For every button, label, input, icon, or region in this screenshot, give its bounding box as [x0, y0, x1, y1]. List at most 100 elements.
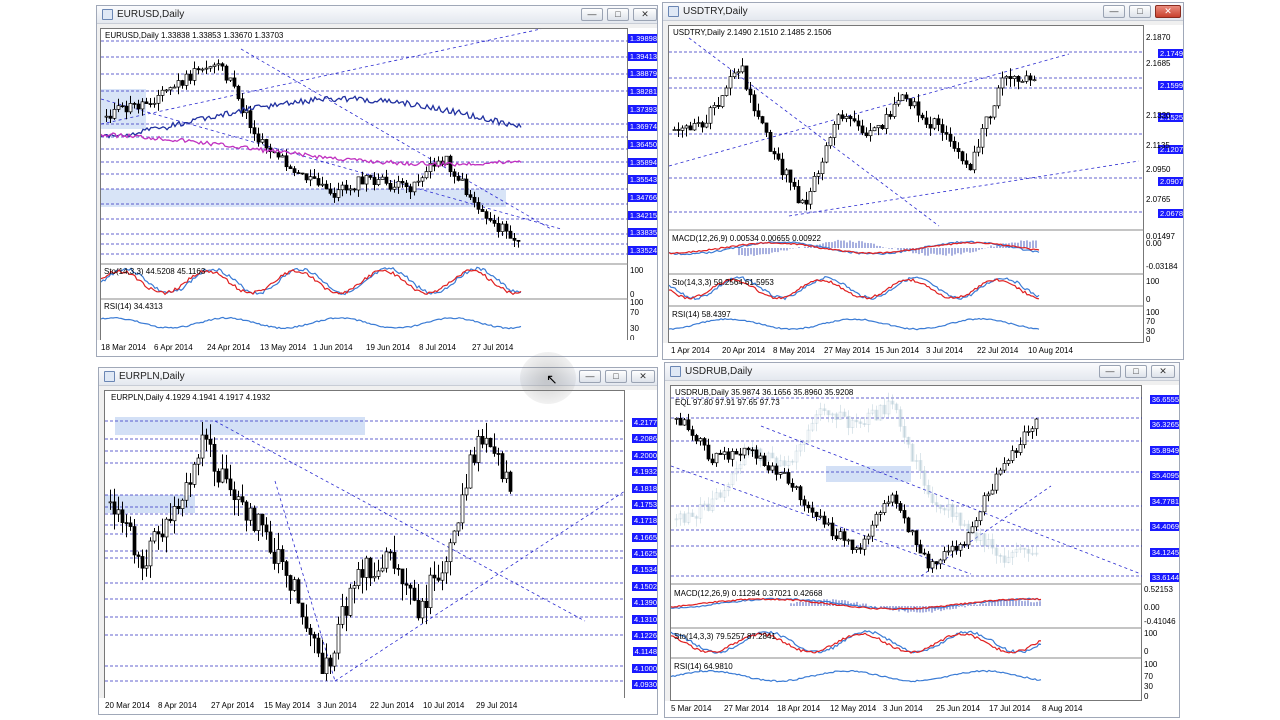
eurpln-candle: [152, 528, 157, 544]
usdtry-candle: [972, 145, 977, 174]
usdrub-candle: [674, 417, 679, 425]
maximize-button[interactable]: □: [607, 8, 629, 21]
usdtry-candle: [680, 125, 685, 138]
minimize-button[interactable]: —: [1099, 365, 1121, 378]
price-tag: 1.37393: [627, 104, 657, 114]
maximize-button[interactable]: □: [605, 370, 627, 383]
minimize-button[interactable]: —: [1103, 5, 1125, 18]
usdtry-candle: [904, 92, 909, 102]
usdrub-candle: [762, 452, 767, 467]
eurpln-candle: [360, 559, 365, 594]
usdtry-candle: [956, 142, 961, 159]
price-tag: 2.1749: [1158, 49, 1183, 58]
usdrub-candle: [874, 511, 879, 528]
date-label: 27 May 2014: [824, 346, 871, 355]
eurpln-candle: [144, 549, 149, 577]
eurpln-candle: [364, 555, 369, 591]
usdrub-candle: [714, 452, 719, 467]
eurusd-candle: [448, 154, 453, 177]
usdrub-chart-area[interactable]: USDRUB,Daily 35.9874 36.1656 35.8960 35.…: [670, 385, 1143, 701]
eurusd-chart-area[interactable]: EURUSD,Daily 1.33838 1.33853 1.33670 1.3…: [100, 28, 629, 342]
usdrub-candle: [942, 546, 947, 564]
usdtry-candle: [836, 113, 841, 130]
axis-label: 70: [1146, 317, 1155, 326]
price-tag: 1.36450: [627, 140, 657, 149]
usdtry-candle: [760, 115, 765, 125]
eurusd-candle: [496, 216, 501, 238]
eurpln-chart-area[interactable]: EURPLN,Daily 4.1929 4.1941 4.1917 4.1932: [104, 390, 626, 700]
chart-header: USDTRY,Daily 2.1490 2.1510 2.1485 2.1506: [673, 28, 832, 37]
date-label: 18 Apr 2014: [777, 704, 821, 713]
eurpln-candle: [164, 517, 169, 553]
usdrub-eql-candle: [898, 406, 903, 432]
price-tag: 4.1718: [632, 516, 657, 526]
maximize-button[interactable]: □: [1129, 5, 1151, 18]
usdrub-eql-candle: [790, 459, 795, 466]
usdtry-candle: [916, 94, 921, 123]
usdrub-eql-candle: [698, 497, 703, 524]
usdrub-eql-candle: [806, 424, 811, 444]
date-label: 22 Jul 2014: [977, 346, 1019, 355]
close-button[interactable]: ✕: [1155, 5, 1181, 18]
usdtry-candle: [888, 110, 893, 120]
price-tag: 4.1818: [632, 483, 657, 493]
eurpln-window[interactable]: EURPLN,Daily — □ ✕ EURPLN,Daily 4.1929 4…: [98, 367, 658, 715]
usdrub-eql-candle: [906, 436, 911, 449]
eurusd-window[interactable]: EURUSD,Daily — □ ✕ EURUSD,Daily 1.33838 …: [96, 5, 658, 357]
eurpln-date-axis: 20 Mar 2014 8 Apr 2014 27 Apr 2014 15 May 2…: [99, 698, 657, 714]
indicator-line: [671, 669, 1042, 683]
date-label: 12 May 2014: [830, 704, 877, 713]
eurpln-candle: [356, 562, 361, 590]
usdrub-eql-candle: [842, 408, 847, 418]
usdrub-window[interactable]: USDRUB,Daily — □ ✕ USDRUB,Daily 35.9874 …: [664, 362, 1180, 718]
close-button[interactable]: ✕: [633, 8, 657, 21]
date-label: 3 Jun 2014: [317, 701, 357, 710]
usdtry-candle: [712, 102, 717, 116]
price-tag: 1.38281: [627, 87, 657, 96]
usdtry-candle: [948, 127, 953, 147]
eurpln-candle: [472, 446, 477, 466]
maximize-button[interactable]: □: [1125, 365, 1147, 378]
usdrub-eql-candle: [862, 417, 867, 428]
usdtry-candle: [840, 110, 845, 122]
usdrub-eql-candle: [926, 479, 931, 498]
usdtry-candle: [1004, 75, 1009, 86]
usdtry-candle: [728, 69, 733, 96]
usdtry-candle: [928, 116, 933, 136]
usdtry-candle: [920, 112, 925, 121]
close-button[interactable]: ✕: [1151, 365, 1175, 378]
usdtry-candle: [944, 125, 949, 140]
minimize-button[interactable]: —: [581, 8, 603, 21]
eurusd-candle: [324, 180, 329, 190]
eurusd-candle: [244, 105, 249, 120]
usdrub-eql-candle: [786, 455, 791, 470]
usdtry-candle: [908, 98, 913, 110]
usdrub-candle: [834, 528, 839, 542]
usdtry-candle: [992, 105, 997, 120]
date-label: 1 Apr 2014: [671, 346, 710, 355]
date-label: 8 May 2014: [773, 346, 815, 355]
usdrub-candle: [1002, 457, 1007, 473]
trend-line: [101, 29, 542, 125]
usdrub-candle: [882, 499, 887, 516]
usdrub-eql-candle: [866, 408, 871, 433]
price-tag: 4.1502: [632, 581, 657, 591]
eurusd-candle: [160, 86, 165, 102]
date-label: 17 Jul 2014: [989, 704, 1031, 713]
minimize-button[interactable]: —: [579, 370, 601, 383]
usdtry-window[interactable]: USDTRY,Daily — □ ✕ USDTRY,Daily 2.1490 2…: [662, 2, 1184, 360]
axis-label: 100: [630, 266, 644, 275]
date-label: 22 Jun 2014: [370, 701, 415, 710]
eurpln-candle: [368, 556, 373, 587]
eurusd-titlebar[interactable]: EURUSD,Daily — □ ✕: [97, 6, 657, 24]
usdrub-titlebar[interactable]: USDRUB,Daily — □ ✕: [665, 363, 1179, 381]
eurusd-candle: [200, 67, 205, 73]
date-label: 3 Jun 2014: [883, 704, 923, 713]
usdrub-eql-candle: [982, 532, 987, 553]
chart-window-icon: [104, 371, 115, 382]
close-button[interactable]: ✕: [631, 370, 655, 383]
trend-line: [669, 53, 1070, 167]
usdtry-titlebar[interactable]: USDTRY,Daily — □ ✕: [663, 3, 1183, 21]
eurpln-candle: [296, 577, 301, 604]
usdtry-chart-area[interactable]: USDTRY,Daily 2.1490 2.1510 2.1485 2.1506…: [668, 25, 1145, 343]
